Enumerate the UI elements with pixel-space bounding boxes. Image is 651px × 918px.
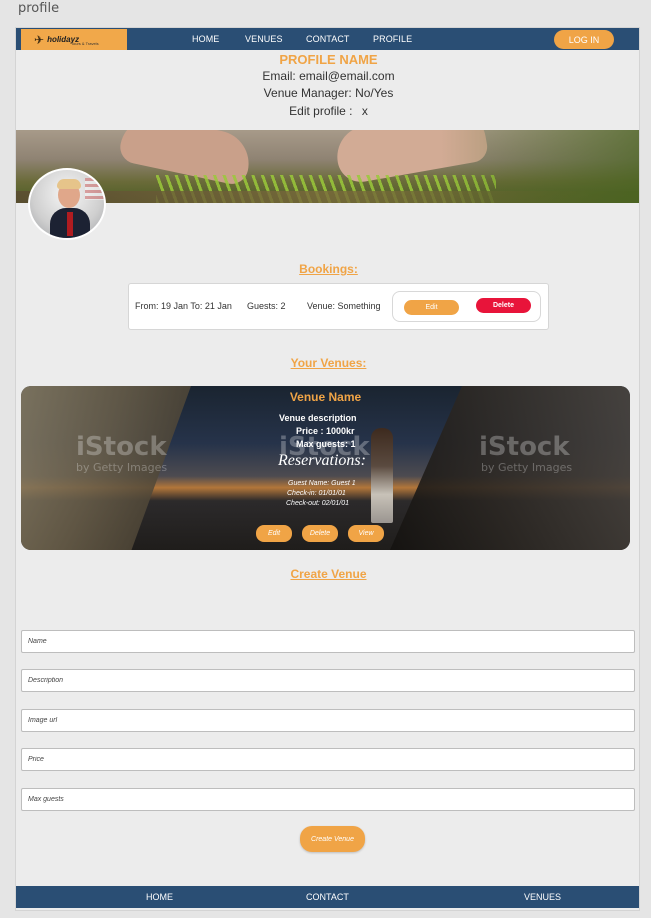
istock-watermark: iStock <box>479 432 570 462</box>
edit-profile-button[interactable]: x <box>362 104 368 118</box>
istock-watermark-sub: by Getty Images <box>481 461 573 474</box>
login-button[interactable]: LOG IN <box>554 30 614 49</box>
venue-card: iStock by Getty Images iStock iStock by … <box>21 386 630 550</box>
istock-watermark-sub: by Getty Images <box>76 461 168 474</box>
footer-venues[interactable]: VENUES <box>524 892 561 902</box>
booking-venue: Venue: Something <box>307 301 381 311</box>
nav-home[interactable]: HOME <box>192 34 219 44</box>
plane-icon: ✈ <box>34 32 45 47</box>
venue-delete-button[interactable]: Delete <box>302 525 338 542</box>
nav-venues[interactable]: VENUES <box>245 34 283 44</box>
venue-name: Venue Name <box>289 390 362 404</box>
venue-price-input[interactable] <box>21 748 635 771</box>
bookings-title: Bookings: <box>299 262 358 276</box>
venue-view-button[interactable]: View <box>348 525 384 542</box>
nav-contact[interactable]: CONTACT <box>306 34 350 44</box>
venue-edit-button[interactable]: Edit <box>256 525 292 542</box>
booking-dates: From: 19 Jan To: 21 Jan <box>135 301 232 311</box>
create-venue-title: Create Venue <box>290 567 367 581</box>
venue-price: Price : 1000kr <box>296 426 355 436</box>
istock-watermark: iStock <box>76 432 167 462</box>
reservation-check-out: Check-out: 02/01/01 <box>286 500 350 507</box>
footer-nav: HOME CONTACT VENUES <box>16 886 639 908</box>
booking-item: From: 19 Jan To: 21 Jan Guests: 2 Venue:… <box>128 283 549 330</box>
booking-guests: Guests: 2 <box>247 301 286 311</box>
profile-banner-image <box>16 130 639 203</box>
edit-profile-label: Edit profile : <box>289 104 353 118</box>
reservation-guest-name: Guest Name: Guest 1 <box>288 480 356 487</box>
logo-subtitle: Tours & Travels <box>71 41 99 46</box>
reservations-title: Reservations: <box>278 452 366 469</box>
venue-description-input[interactable] <box>21 669 635 692</box>
venue-name-input[interactable] <box>21 630 635 653</box>
reservation-check-in: Check-in: 01/01/01 <box>287 490 346 497</box>
profile-name: PROFILE NAME <box>279 52 378 67</box>
footer-home[interactable]: HOME <box>146 892 173 902</box>
booking-actions: Edit Delete <box>392 291 541 322</box>
booking-edit-button[interactable]: Edit <box>404 300 459 315</box>
venue-max-guests-input[interactable] <box>21 788 635 811</box>
venue-image-url-input[interactable] <box>21 709 635 732</box>
top-nav: ✈ holidayz Tours & Travels HOME VENUES C… <box>16 28 639 50</box>
logo[interactable]: ✈ holidayz Tours & Travels <box>21 29 127 50</box>
frame-label: profile <box>18 1 60 16</box>
avatar <box>28 168 106 240</box>
venue-max-guests: Max guests: 1 <box>296 439 356 449</box>
nav-profile[interactable]: PROFILE <box>373 34 412 44</box>
your-venues-title: Your Venues: <box>290 356 367 370</box>
page: ✈ holidayz Tours & Travels HOME VENUES C… <box>15 27 640 911</box>
edit-profile-row: Edit profile : x <box>16 104 639 118</box>
profile-venue-manager: Venue Manager: No/Yes <box>263 86 394 100</box>
venue-description: Venue description <box>279 413 357 423</box>
footer-contact[interactable]: CONTACT <box>306 892 349 902</box>
booking-delete-button[interactable]: Delete <box>476 298 531 313</box>
create-venue-button[interactable]: Create Venue <box>300 826 365 852</box>
profile-email: Email: email@email.com <box>262 69 395 83</box>
